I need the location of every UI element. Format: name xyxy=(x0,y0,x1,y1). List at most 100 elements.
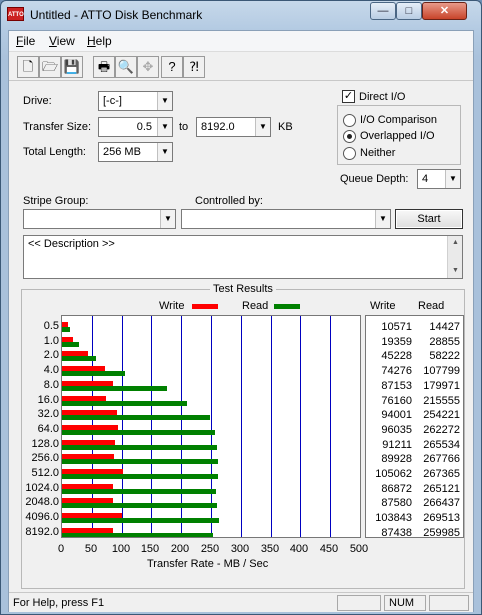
app-window: ATTO Untitled - ATTO Disk Benchmark — □ … xyxy=(0,0,482,615)
menu-help[interactable]: Help xyxy=(87,34,112,48)
transfer-size-tick-label: 512.0 xyxy=(31,467,59,479)
x-tick-label: 0 xyxy=(57,543,65,555)
minimize-button[interactable]: — xyxy=(370,2,396,20)
read-bar xyxy=(62,386,167,391)
x-tick-label: 450 xyxy=(319,543,339,555)
transfer-size-tick-label: 32.0 xyxy=(37,408,59,420)
read-bar xyxy=(62,459,218,464)
start-button[interactable]: Start xyxy=(395,209,463,229)
close-button[interactable]: ✕ xyxy=(422,2,467,20)
chevron-down-icon: ▼ xyxy=(255,118,270,136)
menu-view[interactable]: View xyxy=(49,34,75,48)
write-value: 91211 xyxy=(382,439,412,451)
read-value: 265121 xyxy=(423,483,460,495)
maximize-button[interactable]: □ xyxy=(396,2,422,20)
scroll-up-icon[interactable]: ▲ xyxy=(448,236,463,250)
read-value: 215555 xyxy=(423,395,460,407)
x-tick-label: 250 xyxy=(200,543,220,555)
legend-read-swatch xyxy=(274,304,300,309)
transfer-size-tick-label: 8.0 xyxy=(43,379,59,391)
total-length-select[interactable]: 256 MB ▼ xyxy=(98,142,173,162)
open-icon[interactable]: 🗁 xyxy=(39,56,61,78)
write-value: 103843 xyxy=(375,512,412,524)
read-bar xyxy=(62,356,96,361)
transfer-size-tick-label: 0.5 xyxy=(43,320,59,332)
read-value: 254221 xyxy=(423,409,460,421)
chevron-down-icon: ▼ xyxy=(160,210,175,228)
new-icon[interactable]: 🗋 xyxy=(17,56,39,78)
transfer-size-from-select[interactable]: 0.5 ▼ xyxy=(98,117,173,137)
direct-io-label: Direct I/O xyxy=(359,91,406,103)
chevron-down-icon: ▼ xyxy=(157,92,172,110)
read-bar xyxy=(62,371,125,376)
print-preview-icon[interactable]: 🔍 xyxy=(115,56,137,78)
read-bar xyxy=(62,327,70,332)
neither-radio[interactable] xyxy=(343,147,356,160)
read-bar xyxy=(62,342,79,347)
x-axis-label: Transfer Rate - MB / Sec xyxy=(147,558,269,570)
transfer-size-tick-label: 256.0 xyxy=(31,452,59,464)
total-length-label: Total Length: xyxy=(23,146,86,158)
write-value: 87438 xyxy=(381,527,412,539)
read-value: 14427 xyxy=(429,321,460,333)
io-comparison-label: I/O Comparison xyxy=(360,114,438,126)
move-icon[interactable]: ✥ xyxy=(137,56,159,78)
gridline xyxy=(271,316,272,537)
read-value: 179971 xyxy=(423,380,460,392)
x-tick-label: 500 xyxy=(349,543,369,555)
write-value: 87580 xyxy=(381,497,412,509)
legend-read-label: Read xyxy=(242,300,269,312)
menu-file[interactable]: File xyxy=(16,34,35,48)
transfer-size-tick-label: 128.0 xyxy=(31,438,59,450)
transfer-rate-chart xyxy=(61,315,361,538)
chevron-down-icon: ▼ xyxy=(445,170,460,188)
read-bar xyxy=(62,503,217,508)
write-value: 89928 xyxy=(381,453,412,465)
description-text: << Description >> xyxy=(28,238,115,250)
stripe-group-label: Stripe Group: xyxy=(23,195,89,207)
drive-select[interactable]: [-c-] ▼ xyxy=(98,91,173,111)
results-table: 10571 14427 19359 28855 45228 58222 74276 10779… xyxy=(365,315,464,539)
toolbar: 🗋 🗁 💾 🖶 🔍 ✥ ? ⁈ xyxy=(9,53,473,81)
read-bar xyxy=(62,489,216,494)
help-icon[interactable]: ? xyxy=(161,56,183,78)
print-icon[interactable]: 🖶 xyxy=(93,56,115,78)
read-value: 262272 xyxy=(423,424,460,436)
queue-depth-select[interactable]: 4 ▼ xyxy=(417,169,461,189)
controlled-by-label: Controlled by: xyxy=(195,195,263,207)
description-box[interactable]: << Description >> ▲ ▼ xyxy=(23,235,463,279)
column-header-write: Write xyxy=(370,300,396,312)
atto-app-icon: ATTO xyxy=(7,7,24,21)
queue-depth-label: Queue Depth: xyxy=(340,173,409,185)
context-help-icon[interactable]: ⁈ xyxy=(183,56,205,78)
read-value: 58222 xyxy=(429,350,460,362)
scroll-down-icon[interactable]: ▼ xyxy=(448,264,463,278)
num-lock-indicator: NUM xyxy=(384,595,426,611)
x-tick-label: 50 xyxy=(84,543,98,555)
write-value: 74276 xyxy=(381,365,412,377)
kb-label: KB xyxy=(278,121,293,133)
save-icon[interactable]: 💾 xyxy=(61,56,83,78)
drive-label: Drive: xyxy=(23,95,52,107)
stripe-group-select[interactable]: ▼ xyxy=(23,209,176,229)
controlled-by-select[interactable]: ▼ xyxy=(181,209,391,229)
column-header-read: Read xyxy=(418,300,445,312)
to-label: to xyxy=(179,121,189,133)
read-value: 259985 xyxy=(423,527,460,539)
transfer-size-to-select[interactable]: 8192.0 ▼ xyxy=(196,117,271,137)
write-value: 96035 xyxy=(381,424,412,436)
status-bar: For Help, press F1 NUM xyxy=(9,592,473,612)
status-text: For Help, press F1 xyxy=(13,597,105,609)
io-comparison-radio[interactable] xyxy=(343,114,356,127)
read-bar xyxy=(62,415,210,420)
title-bar[interactable]: ATTO Untitled - ATTO Disk Benchmark — □ … xyxy=(1,1,481,29)
legend-write-swatch xyxy=(192,304,218,309)
overlapped-io-radio[interactable] xyxy=(343,130,356,143)
write-value: 45228 xyxy=(381,350,412,362)
neither-label: Neither xyxy=(360,147,396,159)
write-value: 86872 xyxy=(381,483,412,495)
description-scrollbar[interactable]: ▲ ▼ xyxy=(447,236,462,278)
direct-io-checkbox[interactable]: ✓ xyxy=(342,90,355,103)
transfer-size-tick-label: 2048.0 xyxy=(25,496,59,508)
read-value: 265534 xyxy=(423,439,460,451)
